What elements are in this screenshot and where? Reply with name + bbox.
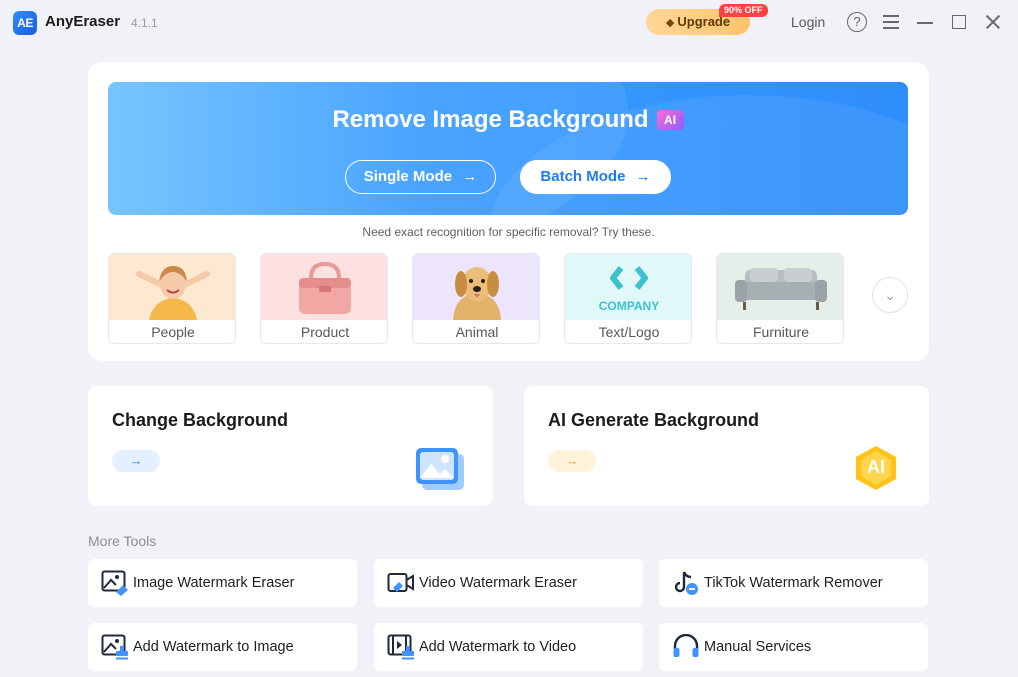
app-logo: AE <box>13 11 37 35</box>
image-eraser-icon <box>101 570 128 596</box>
product-thumbnail <box>261 254 387 320</box>
animal-thumbnail <box>413 254 539 320</box>
maximize-icon[interactable] <box>949 12 969 32</box>
arrow-right-icon: → <box>635 168 651 185</box>
category-people[interactable]: People <box>108 253 236 344</box>
batch-mode-label: Batch Mode <box>540 168 626 185</box>
ai-badge-text: AI <box>867 457 885 477</box>
menu-icon[interactable] <box>881 12 901 32</box>
image-stamp-icon <box>101 634 128 660</box>
tiktok-watermark-remover-button[interactable]: TikTok Watermark Remover <box>659 559 928 607</box>
company-text: COMPANY <box>599 299 659 313</box>
arrow-right-icon[interactable]: → <box>548 450 596 472</box>
chevron-down-icon[interactable]: ⌄ <box>872 277 908 313</box>
tool-label: Add Watermark to Image <box>133 639 294 655</box>
feature-title: AI Generate Background <box>548 410 760 430</box>
category-product[interactable]: Product <box>260 253 388 344</box>
arrow-right-icon: → <box>462 168 478 185</box>
close-icon[interactable] <box>983 12 1003 32</box>
image-icon <box>416 448 464 490</box>
title-bar: AE AnyEraser 4.1.1 ◆ Upgrade 90% OFF Logi… <box>0 0 1018 44</box>
ai-tag: AI <box>656 110 684 130</box>
tool-label: Image Watermark Eraser <box>133 575 295 591</box>
tool-label: TikTok Watermark Remover <box>704 575 883 591</box>
category-label: Text/Logo <box>598 324 660 340</box>
people-thumbnail <box>109 254 235 320</box>
category-label: Furniture <box>752 324 810 340</box>
category-label: People <box>151 324 195 340</box>
video-eraser-icon <box>387 573 414 592</box>
single-mode-label: Single Mode <box>363 168 453 185</box>
tool-label: Video Watermark Eraser <box>419 575 577 591</box>
ai-hexagon-icon: AI <box>852 444 900 492</box>
furniture-thumbnail <box>717 254 843 320</box>
login-link[interactable]: Login <box>791 14 825 30</box>
text-logo-thumbnail: COMPANY <box>565 254 691 320</box>
more-tools-title: More Tools <box>88 533 157 549</box>
app-name: AnyEraser <box>45 13 121 30</box>
app-version: 4.1.1 <box>131 16 158 30</box>
category-label: Animal <box>455 324 499 340</box>
hero-banner: Remove Image Background AI Single Mode → … <box>108 82 908 215</box>
tool-label: Manual Services <box>704 639 812 655</box>
image-watermark-eraser-button[interactable]: Image Watermark Eraser <box>88 559 357 607</box>
video-stamp-icon <box>387 634 414 660</box>
remove-background-card: Remove Image Background AI Single Mode → … <box>88 62 929 361</box>
headset-icon <box>673 634 699 657</box>
video-watermark-eraser-button[interactable]: Video Watermark Eraser <box>374 559 643 607</box>
category-text-logo[interactable]: COMPANY Text/Logo <box>564 253 692 344</box>
add-watermark-to-image-button[interactable]: Add Watermark to Image <box>88 623 357 671</box>
help-icon[interactable]: ? <box>847 12 867 32</box>
category-label: Product <box>300 324 350 340</box>
arrow-right-icon[interactable]: → <box>112 450 160 472</box>
feature-title: Change Background <box>112 410 289 430</box>
category-animal[interactable]: Animal <box>412 253 540 344</box>
hero-title-text: Remove Image Background <box>332 106 649 133</box>
tool-label: Add Watermark to Video <box>419 639 577 655</box>
hero-title: Remove Image Background AI <box>108 106 908 134</box>
ai-generate-background-card[interactable]: AI Generate Background → AI <box>524 386 929 506</box>
tiktok-icon <box>674 571 698 595</box>
change-background-card[interactable]: Change Background → <box>88 386 493 506</box>
category-furniture[interactable]: Furniture <box>716 253 844 344</box>
discount-badge: 90% OFF <box>719 4 768 17</box>
diamond-icon: ◆ <box>665 17 675 29</box>
batch-mode-button[interactable]: Batch Mode → <box>520 160 671 194</box>
add-watermark-to-video-button[interactable]: Add Watermark to Video <box>374 623 643 671</box>
minimize-icon[interactable] <box>915 12 935 32</box>
single-mode-button[interactable]: Single Mode → <box>345 160 496 194</box>
recognition-hint: Need exact recognition for specific remo… <box>362 225 655 239</box>
manual-services-button[interactable]: Manual Services <box>659 623 928 671</box>
